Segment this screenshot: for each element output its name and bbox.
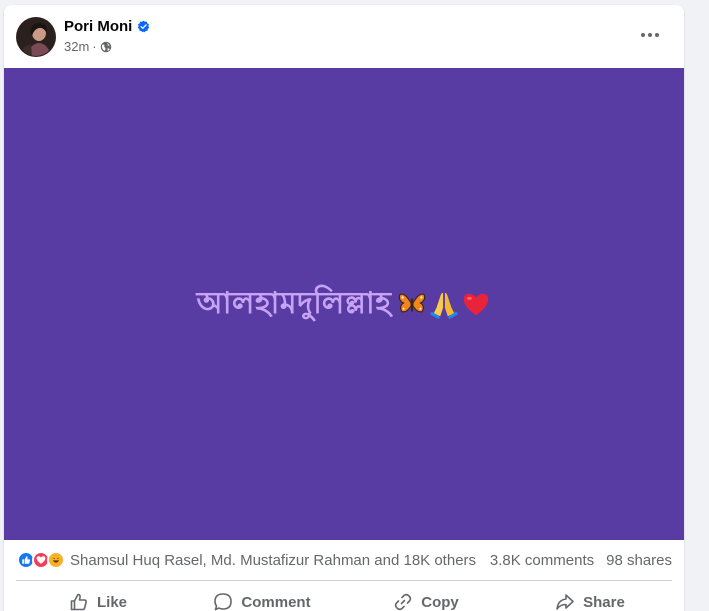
author-name[interactable]: Pori Moni xyxy=(64,18,132,35)
thumbs-up-icon xyxy=(70,593,87,611)
red-heart-icon xyxy=(464,293,489,316)
reactions-summary-bar: Shamsul Huq Rasel, Md. Mustafizur Rahman… xyxy=(4,540,684,580)
post-emojis xyxy=(397,289,491,319)
comment-label: Comment xyxy=(241,593,311,611)
more-horizontal-icon xyxy=(641,33,659,37)
link-icon xyxy=(395,593,412,611)
reaction-icons[interactable] xyxy=(17,551,65,569)
verified-badge-icon xyxy=(137,20,150,33)
comment-button[interactable]: Comment xyxy=(180,582,344,611)
copy-label: Copy xyxy=(421,593,459,611)
meta-separator: · xyxy=(92,39,97,54)
author-row: Pori Moni xyxy=(64,18,150,35)
folded-hands-icon xyxy=(430,292,459,319)
reactors-summary[interactable]: Shamsul Huq Rasel, Md. Mustafizur Rahman… xyxy=(70,552,490,569)
post-meta: 32m · xyxy=(64,39,112,54)
copy-button[interactable]: Copy xyxy=(344,582,508,611)
share-arrow-icon xyxy=(556,594,574,610)
post-actions: Like Comment Copy Share xyxy=(16,582,672,611)
share-button[interactable]: Share xyxy=(508,582,672,611)
author-avatar[interactable] xyxy=(16,17,56,57)
butterfly-icon xyxy=(399,293,426,313)
post-header: Pori Moni 32m · xyxy=(4,5,684,68)
like-label: Like xyxy=(96,593,127,611)
post-text: আলহামদুলিল্লাহ xyxy=(196,285,392,321)
share-label: Share xyxy=(583,593,625,611)
share-count[interactable]: 98 shares xyxy=(606,552,672,569)
comment-icon xyxy=(214,593,233,611)
like-button[interactable]: Like xyxy=(16,582,180,611)
comment-count[interactable]: 3.8K comments xyxy=(490,552,594,569)
more-options-button[interactable] xyxy=(632,21,668,49)
actions-divider xyxy=(16,580,672,581)
haha-reaction-icon xyxy=(47,551,65,569)
post-text-container: আলহামদুলিল্লাহ xyxy=(197,279,492,330)
post-time[interactable]: 32m xyxy=(64,39,89,54)
avatar-image xyxy=(17,18,55,56)
post-content-background[interactable]: আলহামদুলিল্লাহ xyxy=(4,68,684,540)
globe-icon[interactable] xyxy=(100,41,112,53)
post-card: Pori Moni 32m · আলহামদুলিল্লাহ Shamsul H… xyxy=(4,5,684,611)
